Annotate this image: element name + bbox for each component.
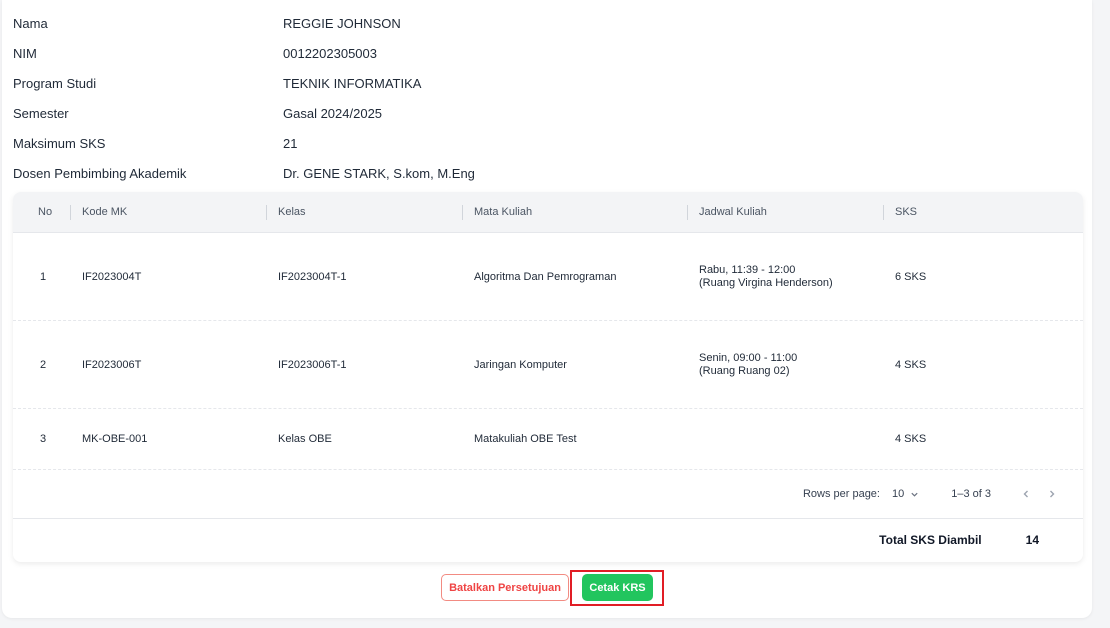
- info-value: TEKNIK INFORMATIKA: [283, 75, 422, 91]
- cell-jadwal-kuliah: Senin, 09:00 - 11:00 (Ruang Ruang 02): [687, 352, 883, 378]
- info-value: REGGIE JOHNSON: [283, 15, 401, 31]
- column-header-no: No: [38, 206, 53, 218]
- cell-kode-mk: IF2023006T: [82, 358, 142, 371]
- jadwal-room: (Ruang Ruang 02): [699, 364, 790, 377]
- info-label: Program Studi: [13, 75, 97, 91]
- info-label: NIM: [13, 45, 37, 61]
- info-row-nama: Nama REGGIE JOHNSON: [13, 8, 475, 38]
- info-label: Semester: [13, 105, 69, 121]
- cell-kelas: IF2023006T-1: [278, 358, 347, 371]
- column-header-mata-kuliah: Mata Kuliah: [462, 192, 687, 232]
- cell-mata-kuliah: Jaringan Komputer: [474, 358, 567, 371]
- cell-jadwal-kuliah: Rabu, 11:39 - 12:00 (Ruang Virgina Hende…: [687, 264, 883, 290]
- info-value: 0012202305003: [283, 45, 377, 61]
- krs-card: Nama REGGIE JOHNSON NIM 0012202305003 Pr…: [2, 0, 1092, 618]
- info-value: Dr. GENE STARK, S.kom, M.Eng: [283, 165, 475, 181]
- cell-no: 2: [40, 358, 47, 371]
- table-row: 3 MK-OBE-001 Kelas OBE Matakuliah OBE Te…: [13, 409, 1083, 470]
- info-label: Nama: [13, 15, 48, 31]
- column-header-jadwal-kuliah: Jadwal Kuliah: [687, 192, 883, 232]
- info-row-nim: NIM 0012202305003: [13, 38, 475, 68]
- table-row: 2 IF2023006T IF2023006T-1 Jaringan Kompu…: [13, 321, 1083, 409]
- cell-sks: 4 SKS: [895, 433, 927, 445]
- jadwal-text: Rabu, 11:39 - 12:00 (Ruang Virgina Hende…: [699, 264, 833, 290]
- total-sks-row: Total SKS Diambil 14: [13, 519, 1083, 561]
- pagination-range: 1–3 of 3: [951, 488, 991, 500]
- rows-per-page-value: 10: [891, 488, 905, 500]
- action-bar: Batalkan Persetujuan Cetak KRS: [2, 570, 1092, 606]
- cell-mata-kuliah: Matakuliah OBE Test: [474, 433, 577, 445]
- table-pagination: Rows per page: 10 1–3 of 3: [13, 470, 1083, 519]
- table-row: 1 IF2023004T IF2023004T-1 Algoritma Dan …: [13, 233, 1083, 321]
- cell-sks: 4 SKS: [895, 358, 927, 371]
- info-row-semester: Semester Gasal 2024/2025: [13, 98, 475, 128]
- jadwal-day-time: Senin, 09:00 - 11:00: [699, 351, 798, 364]
- cell-no: 1: [40, 270, 47, 283]
- info-label: Dosen Pembimbing Akademik: [13, 165, 187, 181]
- next-page-button[interactable]: [1039, 486, 1065, 502]
- prev-page-button[interactable]: [1013, 486, 1039, 502]
- cell-kelas: Kelas OBE: [278, 433, 332, 445]
- cell-no: 3: [40, 433, 47, 445]
- column-header-kelas: Kelas: [266, 192, 462, 232]
- chevron-left-icon: [1023, 490, 1028, 498]
- rows-per-page-select[interactable]: 10: [892, 488, 919, 500]
- total-sks-value: 14: [1025, 533, 1039, 547]
- info-row-dosen-pembimbing: Dosen Pembimbing Akademik Dr. GENE STARK…: [13, 158, 475, 188]
- info-value: 21: [283, 135, 298, 151]
- rows-per-page-label: Rows per page:: [802, 488, 880, 500]
- cell-kode-mk: IF2023004T: [82, 270, 142, 283]
- info-row-program-studi: Program Studi TEKNIK INFORMATIKA: [13, 68, 475, 98]
- info-row-maksimum-sks: Maksimum SKS 21: [13, 128, 475, 158]
- student-info: Nama REGGIE JOHNSON NIM 0012202305003 Pr…: [13, 8, 475, 188]
- cell-kode-mk: MK-OBE-001: [82, 433, 148, 445]
- info-value: Gasal 2024/2025: [283, 105, 383, 121]
- table-header: No Kode MK Kelas Mata Kuliah Jadwal Kuli…: [13, 192, 1083, 233]
- krs-table: No Kode MK Kelas Mata Kuliah Jadwal Kuli…: [13, 192, 1083, 562]
- column-header-sks: SKS: [883, 192, 1083, 232]
- chevron-down-icon: [911, 492, 918, 497]
- print-krs-button[interactable]: Cetak KRS: [582, 574, 653, 601]
- cell-kelas: IF2023004T-1: [278, 270, 347, 283]
- cell-sks: 6 SKS: [895, 270, 927, 283]
- cancel-approval-button[interactable]: Batalkan Persetujuan: [441, 574, 569, 601]
- jadwal-room: (Ruang Virgina Henderson): [699, 276, 833, 289]
- jadwal-day-time: Rabu, 11:39 - 12:00: [699, 263, 796, 276]
- jadwal-text: Senin, 09:00 - 11:00 (Ruang Ruang 02): [699, 352, 797, 378]
- cell-mata-kuliah: Algoritma Dan Pemrograman: [474, 270, 617, 283]
- total-sks-label: Total SKS Diambil: [879, 533, 982, 547]
- chevron-right-icon: [1050, 490, 1055, 498]
- info-label: Maksimum SKS: [13, 135, 106, 151]
- column-header-kode-mk: Kode MK: [70, 192, 266, 232]
